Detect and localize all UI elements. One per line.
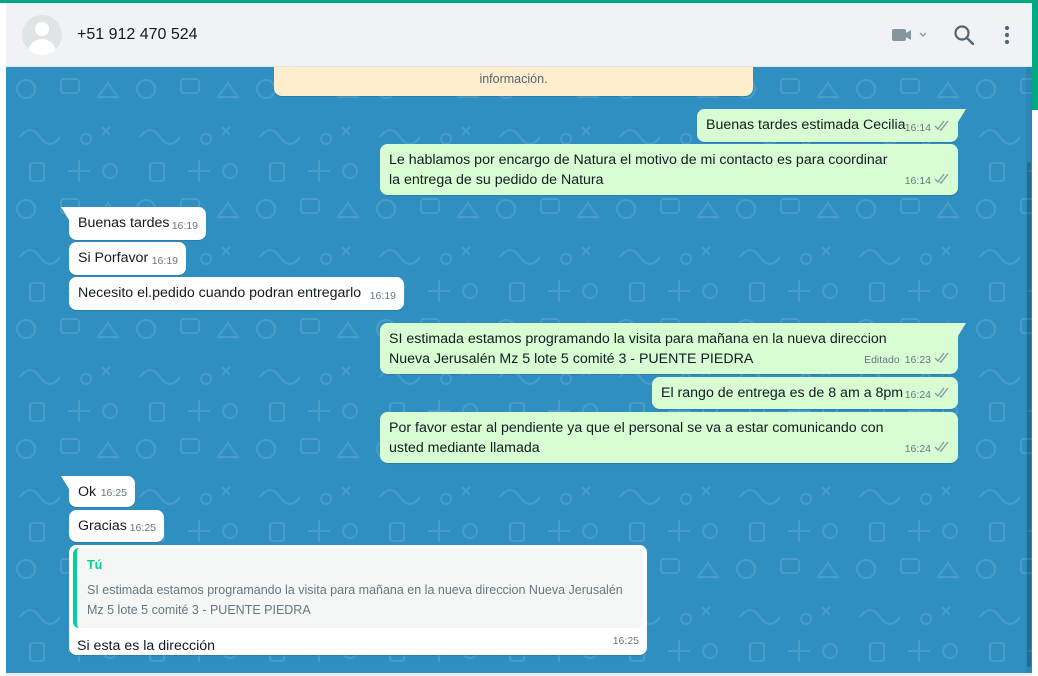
message-incoming-reply[interactable]: Tú SI estimada estamos programando la vi…	[69, 545, 647, 655]
message-outgoing[interactable]: Por favor estar al pendiente ya que el p…	[380, 412, 958, 463]
chat-scrollbar-thumb[interactable]	[1027, 162, 1031, 667]
kebab-menu-icon	[1004, 25, 1010, 44]
system-notice: información.	[274, 67, 753, 96]
message-text: Si Porfavor	[78, 250, 149, 266]
message-incoming[interactable]: Buenas tardes 16:19	[61, 207, 206, 240]
message-time: 16:19	[369, 290, 396, 302]
double-check-icon	[934, 171, 950, 191]
double-check-icon	[934, 350, 950, 370]
message-time: 16:14	[904, 122, 931, 134]
message-meta: 16:25	[613, 631, 639, 651]
avatar-body-shape	[28, 38, 56, 55]
whatsapp-chat-window: +51 912 470 524 información. Buenas tard…	[0, 0, 1038, 676]
message-incoming[interactable]: Necesito el.pedido cuando podran entrega…	[69, 277, 404, 310]
quoted-message-author: Tú	[87, 558, 103, 572]
message-meta: 16:14	[905, 118, 950, 138]
message-time: 16:19	[151, 255, 178, 267]
message-time: 16:25	[129, 522, 156, 534]
message-incoming[interactable]: Ok 16:25	[61, 476, 135, 507]
video-camera-icon	[892, 28, 926, 41]
message-time: 16:24	[904, 389, 931, 401]
contact-name[interactable]: +51 912 470 524	[77, 26, 198, 44]
message-time: 16:25	[612, 635, 639, 647]
message-time: 16:23	[904, 354, 931, 366]
message-incoming[interactable]: Si Porfavor 16:19	[69, 242, 186, 275]
message-meta: 16:25	[130, 518, 156, 538]
search-button[interactable]	[954, 24, 974, 45]
message-outgoing[interactable]: El rango de entrega es de 8 am a 8pm 16:…	[652, 377, 958, 409]
message-meta: 16:25	[101, 483, 127, 503]
message-incoming[interactable]: Gracias 16:25	[69, 510, 164, 542]
message-edited-label: Editado	[864, 354, 900, 366]
message-time: 16:24	[904, 443, 931, 455]
message-text: Buenas tardes estimada Cecilia	[706, 117, 906, 133]
message-meta: 16:19	[172, 216, 198, 236]
message-outgoing[interactable]: SI estimada estamos programando la visit…	[380, 323, 966, 374]
message-text: Gracias	[78, 518, 127, 534]
header-actions	[892, 24, 1010, 45]
message-text: Necesito el.pedido cuando podran entrega…	[78, 285, 362, 301]
avatar-head-shape	[35, 21, 49, 36]
message-time: 16:14	[904, 175, 931, 187]
search-icon	[954, 24, 974, 45]
video-call-button[interactable]	[892, 25, 926, 45]
message-text: SI estimada estamos programando la visit…	[389, 331, 887, 367]
message-outgoing[interactable]: Buenas tardes estimada Cecilia 16:14	[697, 109, 966, 142]
message-meta: 16:24	[905, 439, 950, 459]
message-meta: 16:19	[370, 286, 396, 306]
message-meta: Editado 16:23	[864, 350, 950, 370]
message-text: Si esta es la dirección	[77, 638, 216, 654]
menu-button[interactable]	[1004, 25, 1010, 45]
quoted-message[interactable]: Tú SI estimada estamos programando la vi…	[73, 548, 643, 628]
double-check-icon	[934, 385, 950, 405]
double-check-icon	[934, 118, 950, 138]
message-text: Por favor estar al pendiente ya que el p…	[389, 420, 884, 456]
message-time: 16:25	[100, 487, 127, 499]
message-meta: 16:19	[152, 251, 178, 271]
message-meta: 16:24	[905, 385, 950, 405]
contact-avatar[interactable]	[22, 14, 62, 55]
chat-header: +51 912 470 524	[6, 3, 1032, 67]
double-check-icon	[934, 439, 950, 459]
message-outgoing[interactable]: Le hablamos por encargo de Natura el mot…	[380, 144, 958, 195]
message-text: Ok	[78, 484, 97, 500]
message-text: Le hablamos por encargo de Natura el mot…	[389, 152, 888, 188]
chat-area[interactable]: información. Buenas tardes estimada Ceci…	[6, 67, 1032, 673]
message-time: 16:19	[171, 220, 198, 232]
quoted-message-text: SI estimada estamos programando la visit…	[87, 583, 623, 617]
message-meta: 16:14	[905, 171, 950, 191]
message-text: El rango de entrega es de 8 am a 8pm	[661, 385, 904, 401]
right-accent-bar	[1032, 0, 1038, 110]
message-text: Buenas tardes	[78, 215, 170, 231]
